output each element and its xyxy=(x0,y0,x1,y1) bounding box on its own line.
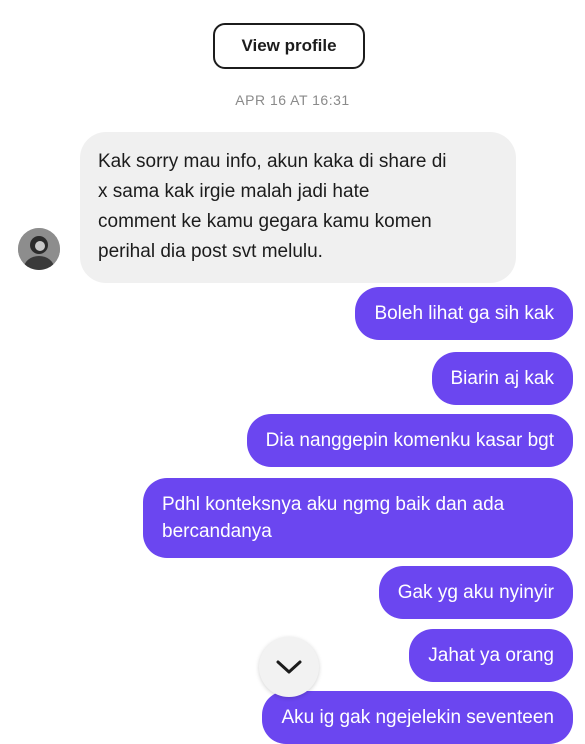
outgoing-message-bubble[interactable]: Biarin aj kak xyxy=(431,352,573,405)
view-profile-button[interactable]: View profile xyxy=(213,23,365,69)
message-line: Pdhl konteksnya aku ngmg baik dan ada xyxy=(162,494,505,515)
scroll-to-bottom-button[interactable] xyxy=(259,637,319,697)
outgoing-message-bubble[interactable]: Aku ig gak ngejelekin seventeen xyxy=(262,691,573,744)
message-line: Kak sorry mau info, akun kaka di share d… xyxy=(98,151,447,172)
message-line: x sama kak irgie malah jadi hate xyxy=(98,181,370,202)
sender-avatar[interactable] xyxy=(18,228,60,270)
outgoing-message-bubble[interactable]: Boleh lihat ga sih kak xyxy=(355,287,573,340)
user-avatar-icon xyxy=(18,228,60,270)
message-line: bercandanya xyxy=(162,521,272,542)
outgoing-message-bubble[interactable]: Pdhl konteksnya aku ngmg baik dan ada be… xyxy=(143,478,573,558)
message-line: comment ke kamu gegara kamu komen xyxy=(98,211,432,232)
incoming-message-bubble[interactable]: Kak sorry mau info, akun kaka di share d… xyxy=(80,132,516,283)
outgoing-message-bubble[interactable]: Gak yg aku nyinyir xyxy=(378,566,573,619)
chevron-down-icon xyxy=(276,660,302,674)
message-timestamp: APR 16 AT 16:31 xyxy=(235,92,350,108)
outgoing-message-bubble[interactable]: Dia nanggepin komenku kasar bgt xyxy=(246,414,573,467)
message-line: perihal dia post svt melulu. xyxy=(98,241,323,262)
outgoing-message-bubble[interactable]: Jahat ya orang xyxy=(409,629,573,682)
